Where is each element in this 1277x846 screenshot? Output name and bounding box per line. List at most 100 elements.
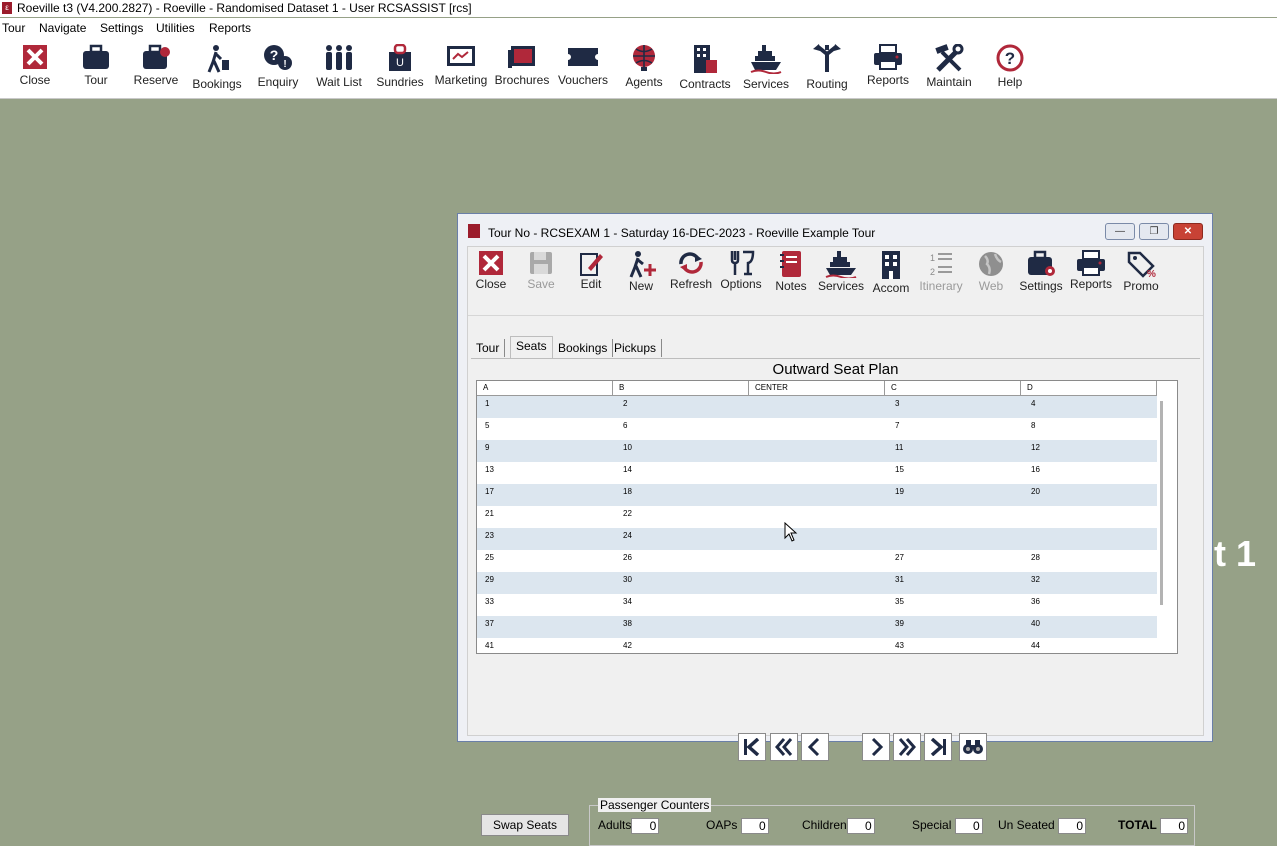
column-header[interactable]: A xyxy=(477,381,613,395)
seat-cell[interactable]: 11 xyxy=(895,443,903,452)
adults-field[interactable]: 0 xyxy=(631,818,660,834)
seat-cell[interactable]: 43 xyxy=(895,641,904,650)
seat-cell[interactable]: 19 xyxy=(895,487,904,496)
seat-cell[interactable]: 23 xyxy=(485,531,494,540)
column-header[interactable]: D xyxy=(1021,381,1157,395)
seat-row[interactable]: 21 22 xyxy=(477,506,1157,528)
seat-cell[interactable]: 1 xyxy=(485,399,489,408)
refresh-button[interactable]: Refresh xyxy=(666,250,716,291)
previous-record-button[interactable] xyxy=(801,733,829,761)
seat-cell[interactable]: 29 xyxy=(485,575,494,584)
seat-cell[interactable]: 34 xyxy=(623,597,632,606)
seat-cell[interactable]: 27 xyxy=(895,553,904,562)
seat-cell[interactable]: 10 xyxy=(623,443,632,452)
seat-cell[interactable]: 22 xyxy=(623,509,632,518)
promo-button[interactable]: % Promo xyxy=(1116,250,1166,293)
seat-cell[interactable]: 7 xyxy=(895,421,899,430)
first-record-button[interactable] xyxy=(738,733,766,761)
itinerary-button[interactable]: 12 Itinerary xyxy=(916,250,966,293)
seat-row[interactable]: 13 14 15 16 xyxy=(477,462,1157,484)
window-title-bar[interactable]: Tour No - RCSEXAM 1 - Saturday 16-DEC-20… xyxy=(458,214,1212,246)
seat-cell[interactable]: 36 xyxy=(1031,597,1040,606)
close-button[interactable]: Close xyxy=(4,44,66,88)
seat-cell[interactable]: 5 xyxy=(485,421,489,430)
seat-cell[interactable]: 32 xyxy=(1031,575,1040,584)
vertical-scrollbar[interactable] xyxy=(1160,401,1163,605)
seat-cell[interactable]: 31 xyxy=(895,575,904,584)
oaps-field[interactable]: 0 xyxy=(740,818,769,834)
maximize-button[interactable]: ❐ xyxy=(1139,223,1169,240)
tab-tour[interactable]: Tour xyxy=(471,339,506,357)
marketing-button[interactable]: Marketing xyxy=(430,44,492,88)
edit-button[interactable]: Edit xyxy=(566,250,616,291)
seat-cell[interactable]: 2 xyxy=(623,399,627,408)
wait-list-button[interactable]: Wait List xyxy=(308,44,370,90)
seat-cell[interactable]: 12 xyxy=(1031,443,1040,452)
special-field[interactable]: 0 xyxy=(954,818,983,834)
bookings-button[interactable]: Bookings xyxy=(186,44,248,92)
seat-cell[interactable]: 44 xyxy=(1031,641,1040,650)
notes-button[interactable]: Notes xyxy=(766,250,816,293)
win-close-button[interactable]: Close xyxy=(466,250,516,291)
seat-row[interactable]: 25 26 27 28 xyxy=(477,550,1157,572)
save-button[interactable]: Save xyxy=(516,250,566,291)
unseated-field[interactable]: 0 xyxy=(1058,818,1087,834)
seat-cell[interactable]: 41 xyxy=(485,641,494,650)
brochures-button[interactable]: Brochures xyxy=(491,44,553,88)
seat-row[interactable]: 33 34 35 36 xyxy=(477,594,1157,616)
seat-row[interactable]: 5 6 7 8 xyxy=(477,418,1157,440)
seat-row[interactable]: 1 2 3 4 xyxy=(477,396,1157,418)
routing-button[interactable]: Routing xyxy=(796,44,858,92)
menu-tour[interactable]: Tour xyxy=(2,21,25,35)
menu-settings[interactable]: Settings xyxy=(100,21,143,35)
win-reports-button[interactable]: Reports xyxy=(1066,250,1116,291)
accom-button[interactable]: Accom xyxy=(866,250,916,295)
seat-row[interactable]: 9 10 11 12 xyxy=(477,440,1157,462)
web-button[interactable]: Web xyxy=(966,250,1016,293)
last-record-button[interactable] xyxy=(924,733,952,761)
seat-cell[interactable]: 14 xyxy=(623,465,632,474)
find-button[interactable] xyxy=(959,733,987,761)
seat-cell[interactable]: 13 xyxy=(485,465,494,474)
menu-navigate[interactable]: Navigate xyxy=(39,21,86,35)
seat-cell[interactable]: 16 xyxy=(1031,465,1040,474)
seat-cell[interactable]: 26 xyxy=(623,553,632,562)
total-field[interactable]: 0 xyxy=(1160,818,1189,834)
seat-cell[interactable]: 24 xyxy=(623,531,632,540)
seat-cell[interactable]: 25 xyxy=(485,553,494,562)
column-header[interactable]: CENTER xyxy=(749,381,885,395)
maintain-button[interactable]: Maintain xyxy=(918,44,980,90)
menu-reports[interactable]: Reports xyxy=(209,21,251,35)
tab-seats[interactable]: Seats xyxy=(510,336,553,359)
minimize-button[interactable]: — xyxy=(1105,223,1135,240)
seat-cell[interactable]: 18 xyxy=(623,487,632,496)
seat-row[interactable]: 29 30 31 32 xyxy=(477,572,1157,594)
seat-cell[interactable]: 42 xyxy=(623,641,632,650)
tab-pickups[interactable]: Pickups xyxy=(609,339,663,357)
seat-cell[interactable]: 17 xyxy=(485,487,494,496)
seat-cell[interactable]: 6 xyxy=(623,421,627,430)
seat-cell[interactable]: 3 xyxy=(895,399,899,408)
seat-cell[interactable]: 39 xyxy=(895,619,904,628)
seat-cell[interactable]: 21 xyxy=(485,509,494,518)
tab-bookings[interactable]: Bookings xyxy=(553,339,614,357)
previous-page-button[interactable] xyxy=(770,733,798,761)
win-settings-button[interactable]: Settings xyxy=(1016,250,1066,293)
seat-row[interactable]: 37 38 39 40 xyxy=(477,616,1157,638)
tour-button[interactable]: Tour xyxy=(65,44,127,88)
contracts-button[interactable]: Contracts xyxy=(674,44,736,92)
vouchers-button[interactable]: Vouchers xyxy=(552,44,614,88)
seat-cell[interactable]: 40 xyxy=(1031,619,1040,628)
agents-button[interactable]: Agents xyxy=(613,44,675,90)
next-record-button[interactable] xyxy=(862,733,890,761)
seat-cell[interactable]: 35 xyxy=(895,597,904,606)
seat-cell[interactable]: 30 xyxy=(623,575,632,584)
options-button[interactable]: Options xyxy=(716,250,766,291)
seat-cell[interactable]: 20 xyxy=(1031,487,1040,496)
seat-cell[interactable]: 8 xyxy=(1031,421,1035,430)
seat-row[interactable]: 23 24 xyxy=(477,528,1157,550)
reports-button[interactable]: Reports xyxy=(857,44,919,88)
seat-row[interactable]: 17 18 19 20 xyxy=(477,484,1157,506)
new-button[interactable]: New xyxy=(616,250,666,293)
seat-plan-grid[interactable]: A B CENTER C D 1 2 3 4 5 6 7 8 9 10 11 12 13 14 15 16 17… xyxy=(476,380,1178,654)
